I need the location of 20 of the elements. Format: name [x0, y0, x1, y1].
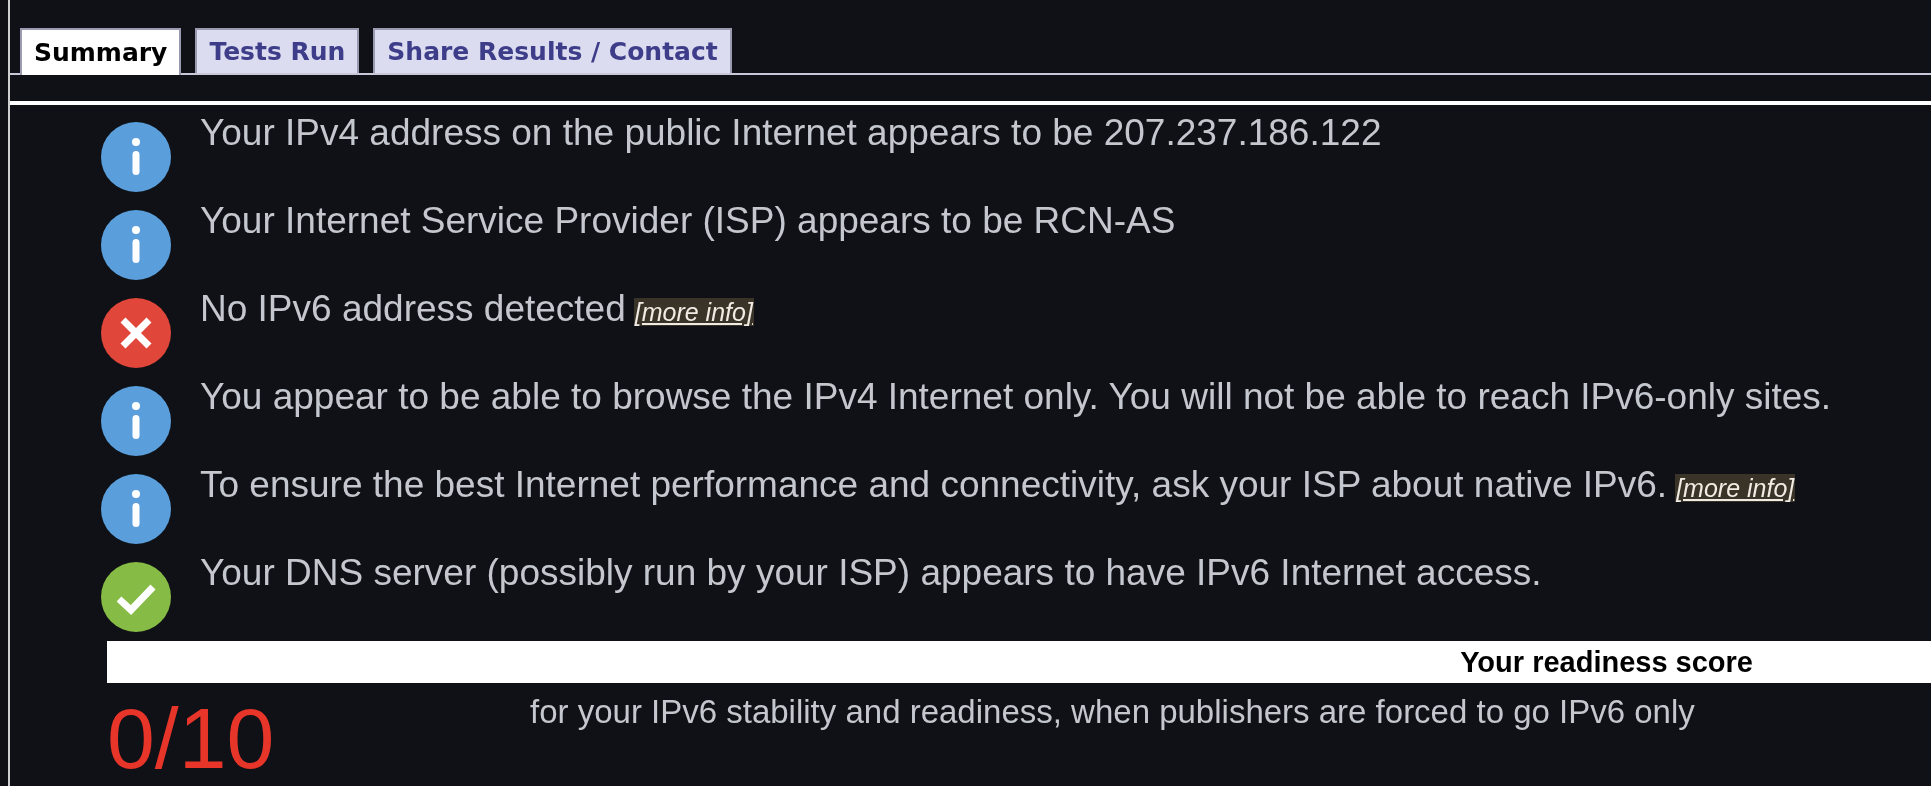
tab[interactable]: Tests Run: [195, 28, 360, 73]
more-info-link[interactable]: [more info]: [1675, 474, 1796, 502]
info-icon: [100, 121, 172, 193]
checkmark-icon: [100, 561, 172, 633]
info-icon: [100, 385, 172, 457]
info-icon: [100, 209, 172, 281]
result-text: Your Internet Service Provider (ISP) appears to be RCN-AS: [200, 201, 1176, 241]
score-heading: Your readiness score: [1460, 645, 1753, 679]
info-icon: [100, 473, 172, 545]
score-value: 0/10: [107, 695, 275, 781]
tab[interactable]: Share Results / Contact: [373, 28, 732, 73]
result-text: Your IPv4 address on the public Internet appears to be 207.237.186.122: [200, 113, 1382, 153]
more-info-link[interactable]: [more info]: [633, 298, 754, 326]
result-text: Your DNS server (possibly run by your ISP) appears to have IPv6 Internet access.: [200, 553, 1542, 593]
score-description: for your IPv6 stability and readiness, when publishers are forced to go IPv6 only: [530, 693, 1696, 731]
result-text: To ensure the best Internet performance and connectivity, ask your ISP about native IPv6. [more info]: [200, 465, 1796, 507]
error-icon: [100, 297, 172, 369]
result-text: No IPv6 address detected [more info]: [200, 289, 754, 331]
result-text: You appear to be able to browse the IPv4 Internet only. You will not be able to reach IPv6-only sites.: [200, 377, 1832, 417]
tab[interactable]: Summary: [20, 28, 182, 75]
